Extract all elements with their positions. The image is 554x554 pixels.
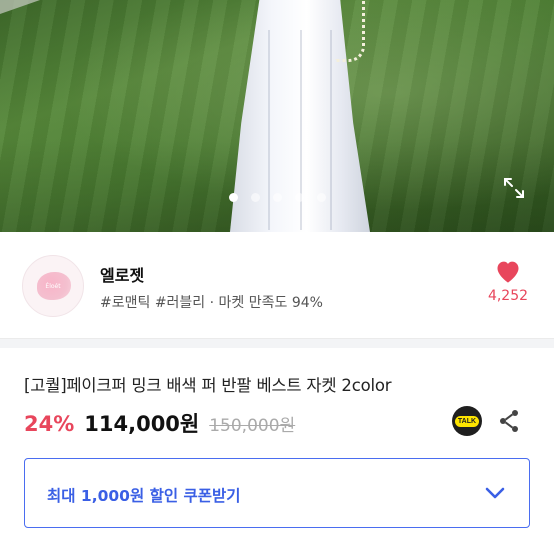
product-title: [고퀄]페이크퍼 밍크 배색 퍼 반팔 베스트 자켓 2color [24, 376, 392, 395]
carousel-indicator [0, 193, 554, 203]
seller-avatar[interactable]: Éloét [22, 255, 84, 317]
coupon-label: 최대 1,000원 할인 쿠폰받기 [47, 487, 241, 505]
like-count: 4,252 [487, 288, 529, 304]
discount-rate: 24% [24, 412, 75, 436]
talk-badge: TALK [454, 415, 480, 427]
kakaotalk-icon[interactable]: TALK [452, 406, 482, 436]
chevron-down-icon [485, 487, 505, 499]
seller-section: Éloét 엘로젯 #로맨틱 #러블리 · 마켓 만족도 94% 4,252 [0, 232, 554, 338]
seller-tags-satisfaction: #로맨틱 #러블리 · 마켓 만족도 94% [100, 295, 323, 311]
avatar-logo-text: Éloét [45, 283, 61, 290]
bag-strap [335, 0, 365, 62]
carousel-dot[interactable] [250, 193, 260, 202]
carousel-dot[interactable] [316, 193, 326, 202]
seller-name[interactable]: 엘로젯 [100, 262, 144, 286]
sale-price: 114,000원 [84, 412, 200, 436]
section-divider [0, 338, 554, 348]
coupon-button[interactable]: 최대 1,000원 할인 쿠폰받기 [24, 458, 530, 528]
heart-icon [497, 261, 519, 283]
carousel-dot[interactable] [294, 193, 304, 202]
like-button[interactable]: 4,252 [480, 258, 536, 304]
share-icon[interactable] [497, 408, 521, 434]
original-price: 150,000원 [209, 416, 296, 436]
carousel-dot[interactable] [228, 193, 238, 202]
carousel-dot[interactable] [272, 193, 282, 202]
expand-icon[interactable] [502, 176, 526, 200]
price-row: 24% 114,000원 150,000원 [24, 408, 295, 436]
